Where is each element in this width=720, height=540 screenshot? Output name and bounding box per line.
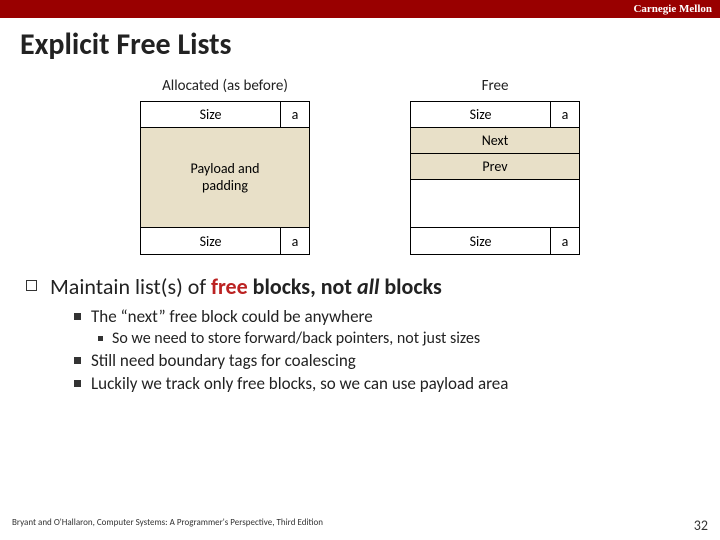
sub-item-2: Still need boundary tags for coalescing xyxy=(74,350,694,371)
diagram-area: Allocated (as before) Size a Payload and… xyxy=(0,77,720,255)
alloc-footer-row: Size a xyxy=(141,228,309,254)
main-bullet-text: Maintain list(s) of free blocks, not all… xyxy=(50,273,442,300)
header-bar: Carnegie Mellon xyxy=(0,0,720,18)
bullet-ital: all xyxy=(357,273,379,300)
alloc-header-a: a xyxy=(281,102,309,127)
alloc-header-row: Size a xyxy=(141,102,309,128)
bullet-pre: Maintain list(s) of xyxy=(50,273,211,300)
page-number: 32 xyxy=(694,517,708,534)
sub-item-3: Luckily we track only free blocks, so we… xyxy=(74,373,694,394)
bullet-mid: blocks, not xyxy=(248,273,357,300)
content-area: Maintain list(s) of free blocks, not all… xyxy=(0,255,720,394)
free-prev-row: Prev xyxy=(411,154,579,180)
subsub-bullet-icon xyxy=(98,336,103,341)
brand-text: Carnegie Mellon xyxy=(633,3,712,15)
subsub-item-1a: So we need to store forward/back pointer… xyxy=(98,329,694,348)
free-block: Size a Next Prev Size a xyxy=(410,101,580,255)
bullet-icon xyxy=(26,280,37,291)
free-unused xyxy=(411,180,579,228)
free-next-row: Next xyxy=(411,128,579,154)
alloc-footer-a: a xyxy=(281,228,309,254)
free-label: Free xyxy=(482,77,509,95)
allocated-block: Size a Payload and padding Size a xyxy=(140,101,310,255)
footer-citation: Bryant and O'Hallaron, Computer Systems:… xyxy=(12,517,323,534)
alloc-payload: Payload and padding xyxy=(141,128,309,228)
free-footer-size: Size xyxy=(411,228,551,254)
bullet-post: blocks xyxy=(379,273,441,300)
sub-item-1-text: The “next” free block could be anywhere xyxy=(91,306,373,327)
sub-bullet-icon xyxy=(74,313,81,320)
free-footer-row: Size a xyxy=(411,228,579,254)
sub-item-2-text: Still need boundary tags for coalescing xyxy=(91,350,356,371)
free-header-a: a xyxy=(551,102,579,127)
slide-footer: Bryant and O'Hallaron, Computer Systems:… xyxy=(0,517,720,534)
free-footer-a: a xyxy=(551,228,579,254)
sub-bullet-icon xyxy=(74,357,81,364)
alloc-footer-size: Size xyxy=(141,228,281,254)
slide-title: Explicit Free Lists xyxy=(0,18,720,67)
sub-bullet-list: The “next” free block could be anywhere … xyxy=(74,306,694,394)
free-diagram: Free Size a Next Prev Size a xyxy=(410,77,580,255)
main-bullet: Maintain list(s) of free blocks, not all… xyxy=(26,273,694,300)
sub-item-3-text: Luckily we track only free blocks, so we… xyxy=(91,373,508,394)
allocated-label: Allocated (as before) xyxy=(162,77,288,95)
alloc-header-size: Size xyxy=(141,102,281,127)
sub-item-1: The “next” free block could be anywhere xyxy=(74,306,694,327)
sub-bullet-icon xyxy=(74,380,81,387)
bullet-emph: free xyxy=(211,273,248,300)
free-header-row: Size a xyxy=(411,102,579,128)
subsub-item-1a-text: So we need to store forward/back pointer… xyxy=(112,329,480,348)
free-header-size: Size xyxy=(411,102,551,127)
allocated-diagram: Allocated (as before) Size a Payload and… xyxy=(140,77,310,255)
